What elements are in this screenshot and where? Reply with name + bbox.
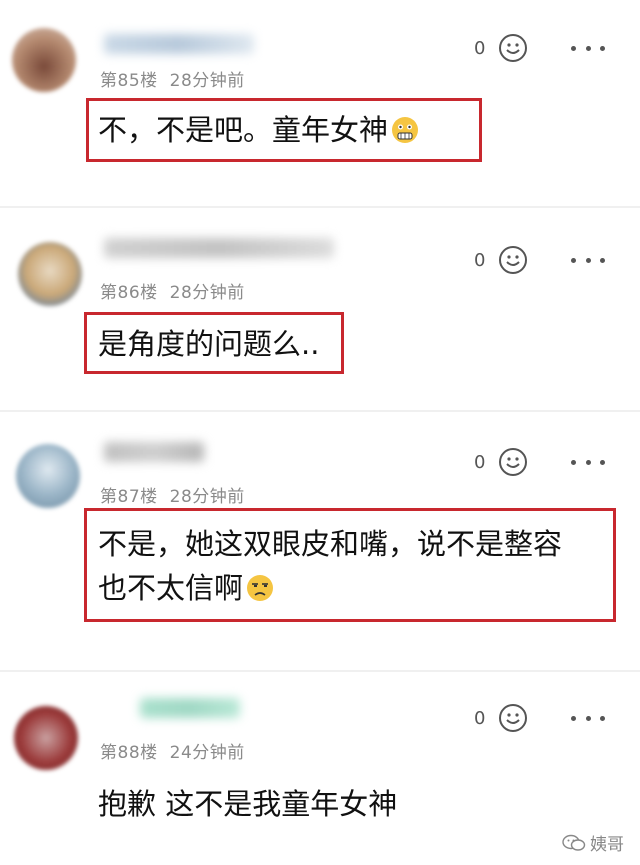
thumbs-up-icon[interactable] bbox=[497, 702, 529, 734]
like-count: 0 bbox=[474, 708, 486, 729]
unamused-face-emoji bbox=[247, 575, 274, 601]
avatar[interactable] bbox=[18, 242, 82, 306]
comment-meta: 第88楼 24分钟前 bbox=[100, 738, 257, 763]
watermark-label: 姨哥 bbox=[590, 835, 624, 855]
watermark: 姨哥 bbox=[562, 830, 624, 855]
comment-text: 抱歉 这不是我童年女神 bbox=[98, 787, 398, 821]
comment-86: 第86楼 28分钟前 0 是角度的问题么.. bbox=[0, 208, 640, 408]
username-blurred[interactable] bbox=[140, 698, 240, 718]
timestamp: 28分钟前 bbox=[169, 487, 245, 507]
like-count: 0 bbox=[474, 38, 486, 59]
comment-88: 第88楼 24分钟前 0 抱歉 这不是我童年女神 bbox=[0, 672, 640, 865]
comment-meta: 第86楼 28分钟前 bbox=[100, 278, 257, 303]
floor-number: 第88楼 bbox=[100, 743, 158, 763]
comment-text: 不是，她这双眼皮和嘴，说不是整容 也不太信啊 bbox=[98, 522, 562, 610]
timestamp: 28分钟前 bbox=[169, 283, 245, 303]
more-options-icon[interactable] bbox=[571, 713, 605, 723]
avatar[interactable] bbox=[14, 706, 78, 770]
floor-number: 第86楼 bbox=[100, 283, 158, 303]
comment-text-line: 不是，她这双眼皮和嘴，说不是整容 bbox=[98, 527, 563, 561]
thumbs-up-icon[interactable] bbox=[497, 446, 529, 478]
timestamp: 28分钟前 bbox=[169, 71, 245, 91]
comment-text: 是角度的问题么.. bbox=[98, 327, 320, 361]
comment-meta: 第85楼 28分钟前 bbox=[100, 66, 257, 91]
comment-text-line: 也不太信啊 bbox=[98, 566, 562, 610]
like-count: 0 bbox=[474, 452, 486, 473]
more-options-icon[interactable] bbox=[571, 255, 605, 265]
thumbs-up-icon[interactable] bbox=[497, 244, 529, 276]
timestamp: 24分钟前 bbox=[169, 743, 245, 763]
wechat-icon bbox=[562, 834, 586, 851]
comment-meta: 第87楼 28分钟前 bbox=[100, 482, 257, 507]
like-count: 0 bbox=[474, 250, 486, 271]
avatar[interactable] bbox=[12, 28, 76, 92]
floor-number: 第85楼 bbox=[100, 71, 158, 91]
avatar[interactable] bbox=[16, 444, 80, 508]
scared-face-emoji bbox=[392, 117, 419, 143]
username-blurred[interactable] bbox=[104, 34, 254, 54]
floor-number: 第87楼 bbox=[100, 487, 158, 507]
comment-text: 不，不是吧。童年女神 bbox=[98, 108, 420, 152]
thumbs-up-icon[interactable] bbox=[497, 32, 529, 64]
comment-87: 第87楼 28分钟前 0 不是，她这双眼皮和嘴，说不是整容 也不太信啊 bbox=[0, 412, 640, 667]
username-blurred[interactable] bbox=[104, 442, 204, 462]
more-options-icon[interactable] bbox=[571, 43, 605, 53]
more-options-icon[interactable] bbox=[571, 457, 605, 467]
username-blurred[interactable] bbox=[104, 238, 334, 258]
comment-85: 第85楼 28分钟前 0 不，不是吧。童年女神 bbox=[0, 0, 640, 205]
